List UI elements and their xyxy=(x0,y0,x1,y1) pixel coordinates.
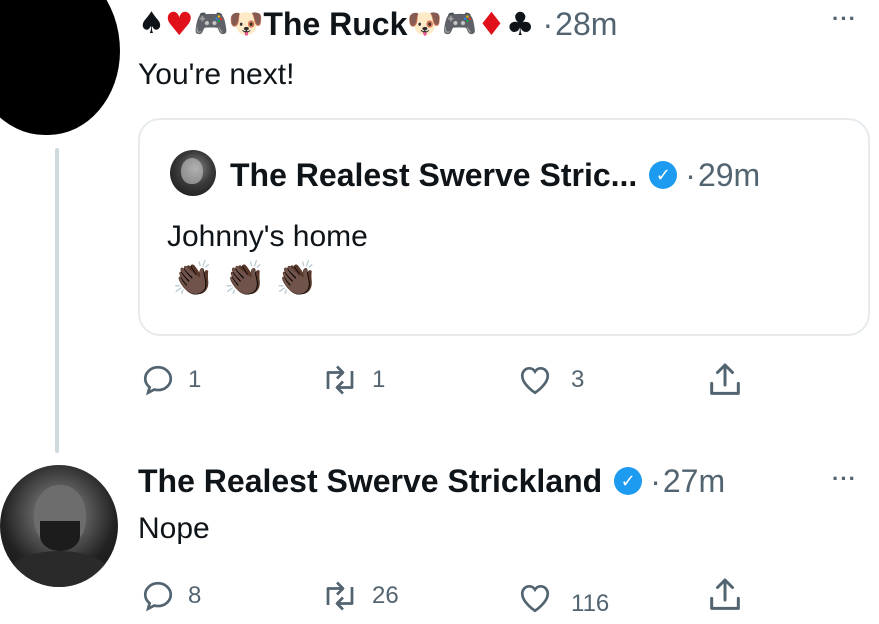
main-avatar[interactable] xyxy=(0,465,118,587)
avatar-beard xyxy=(40,521,80,551)
quoted-display-name[interactable]: The Realest Swerve Stric... xyxy=(230,157,637,194)
heart-emoji: ♥ xyxy=(164,5,194,43)
retweet-action[interactable]: 1 xyxy=(320,362,385,398)
reply-action[interactable]: 8 xyxy=(140,578,201,614)
spade-emoji: ♠ xyxy=(138,6,165,41)
verified-badge-icon: ✓ xyxy=(614,467,643,495)
retweet-action[interactable]: 26 xyxy=(320,578,399,614)
reply-count: 8 xyxy=(188,582,202,609)
quoted-header: The Realest Swerve Stric... ✓ · 29m xyxy=(230,152,760,198)
main-display-name[interactable]: The Realest Swerve Strickland xyxy=(138,463,602,500)
separator-dot: · xyxy=(650,462,661,499)
heart-icon xyxy=(515,580,555,616)
like-action[interactable]: 3 xyxy=(515,362,584,398)
quoted-avatar[interactable] xyxy=(170,150,216,196)
heart-icon xyxy=(515,362,555,398)
share-action[interactable] xyxy=(705,360,745,400)
separator-dot: · xyxy=(685,156,696,193)
reply-text: You're next! xyxy=(138,58,295,91)
retweet-count: 1 xyxy=(372,366,386,393)
retweet-count: 26 xyxy=(372,582,399,609)
reply-icon xyxy=(140,578,176,614)
separator-dot: · xyxy=(542,5,554,42)
main-time[interactable]: 27m xyxy=(663,463,725,500)
dog-emoji: 🐶 xyxy=(407,7,443,40)
share-icon xyxy=(705,360,745,400)
like-action[interactable]: 116 xyxy=(515,578,609,618)
retweet-icon xyxy=(320,362,360,398)
reply-display-name[interactable]: The Ruck xyxy=(263,6,407,43)
avatar-shirt xyxy=(6,551,112,587)
avatar-redacted[interactable] xyxy=(0,0,120,135)
more-options-icon[interactable]: ··· xyxy=(832,466,857,492)
main-header: The Realest Swerve Strickland ✓ · 27m xyxy=(138,458,725,504)
club-emoji: ♣ xyxy=(505,5,535,43)
reply-count: 1 xyxy=(188,366,202,393)
reply-header: ♠ ♥ 🎮 🐶 The Ruck 🐶 🎮 ♦ ♣ · 28m xyxy=(138,0,617,48)
like-count: 116 xyxy=(571,590,610,617)
more-options-icon[interactable]: ··· xyxy=(832,6,857,32)
reply-icon xyxy=(140,362,176,398)
clapping-hands-emojis: 👏🏿 👏🏿 👏🏿 xyxy=(172,260,318,299)
share-icon xyxy=(705,575,745,615)
clapping-hands-emoji: 👏🏿 xyxy=(223,259,267,299)
gamepad-emoji: 🎮 xyxy=(193,7,229,40)
verified-badge-icon: ✓ xyxy=(649,161,678,189)
reply-action[interactable]: 1 xyxy=(140,362,201,398)
quoted-time: 29m xyxy=(697,156,761,193)
share-action[interactable] xyxy=(705,575,745,615)
clapping-hands-emoji: 👏🏿 xyxy=(275,259,318,299)
quoted-text: Johnny's home xyxy=(167,220,368,253)
like-count: 3 xyxy=(571,366,585,393)
clapping-hands-emoji: 👏🏿 xyxy=(172,259,215,299)
diamond-emoji: ♦ xyxy=(477,5,506,43)
thread-connector-line xyxy=(55,148,59,453)
gamepad-emoji: 🎮 xyxy=(442,7,478,40)
main-text: Nope xyxy=(138,512,210,545)
dog-emoji: 🐶 xyxy=(228,7,264,40)
reply-time[interactable]: 28m xyxy=(555,6,617,43)
retweet-icon xyxy=(320,578,360,614)
